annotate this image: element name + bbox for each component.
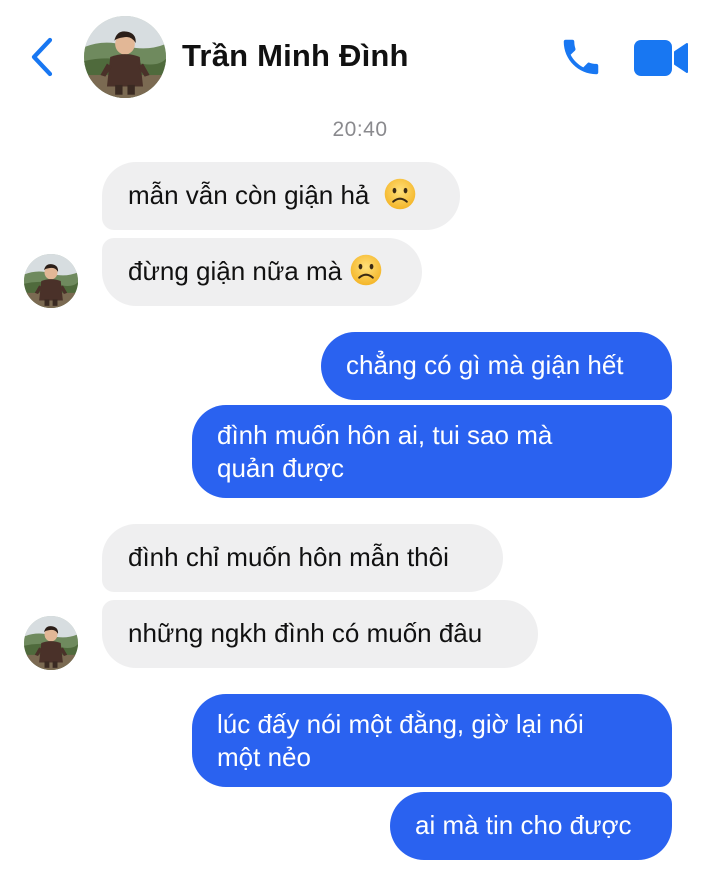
incoming-message[interactable]: mẫn vẫn còn giận hả — [102, 162, 460, 230]
contact-avatar[interactable] — [24, 254, 78, 308]
outgoing-message[interactable]: chẳng có gì mà giận hết — [321, 332, 672, 400]
message-text: đình chỉ muốn hôn mẫn thôi — [128, 542, 449, 572]
message-text-line: đình muốn hôn ai, tui sao mà — [217, 420, 553, 450]
message-text: mẫn vẫn còn giận hả — [128, 180, 370, 210]
frowning-face-emoji — [349, 253, 383, 287]
phone-icon[interactable] — [558, 34, 604, 80]
video-camera-icon[interactable] — [632, 38, 690, 78]
message-timestamp: 20:40 — [332, 118, 388, 141]
outgoing-message[interactable]: lúc đấy nói một đằng, giờ lại nói một nẻ… — [192, 694, 672, 787]
frowning-face-emoji — [383, 177, 417, 211]
chat-header: Trần Minh Đình — [0, 0, 720, 110]
message-text: ai mà tin cho được — [415, 810, 632, 840]
outgoing-message[interactable]: đình muốn hôn ai, tui sao mà quản được — [192, 405, 672, 498]
incoming-message[interactable]: đình chỉ muốn hôn mẫn thôi — [102, 524, 503, 592]
back-chevron-icon[interactable] — [26, 34, 58, 80]
incoming-message[interactable]: đừng giận nữa mà — [102, 238, 422, 306]
message-text: đừng giận nữa mà — [128, 256, 343, 286]
contact-avatar[interactable] — [24, 616, 78, 670]
incoming-message[interactable]: những ngkh đình có muốn đâu — [102, 600, 538, 668]
message-text: chẳng có gì mà giận hết — [346, 350, 624, 380]
message-text-line: một nẻo — [217, 742, 311, 772]
contact-name[interactable]: Trần Minh Đình — [182, 38, 409, 74]
outgoing-message[interactable]: ai mà tin cho được — [390, 792, 672, 860]
message-text-line: lúc đấy nói một đằng, giờ lại nói — [217, 709, 584, 739]
message-text-line: quản được — [217, 453, 344, 483]
contact-avatar[interactable] — [84, 16, 166, 98]
message-text: những ngkh đình có muốn đâu — [128, 618, 483, 648]
